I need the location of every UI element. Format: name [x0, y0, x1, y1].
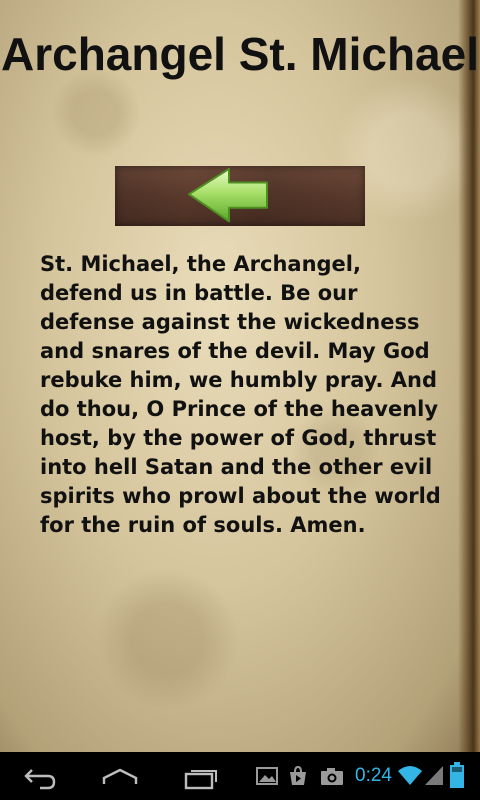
signal-icon [425, 766, 443, 785]
back-icon [24, 769, 56, 790]
gallery-icon [256, 767, 278, 785]
nav-home-button[interactable] [100, 760, 140, 792]
prayer-page: Archangel St. Michael St. Michael, the A… [0, 0, 480, 752]
recent-apps-icon [184, 770, 217, 790]
system-navigation-bar: 0:24 [0, 752, 480, 800]
nav-back-button[interactable] [20, 760, 60, 792]
prayer-text: St. Michael, the Archangel, defend us in… [40, 252, 441, 537]
home-icon [102, 768, 138, 784]
book-spine [458, 0, 480, 752]
left-arrow-icon [188, 168, 268, 223]
back-arrow-button[interactable] [115, 166, 365, 226]
camera-icon [321, 768, 343, 785]
wifi-icon [398, 766, 422, 785]
status-clock: 0:24 [355, 765, 392, 786]
page-title: Archangel St. Michael [0, 28, 479, 80]
battery-icon [450, 762, 464, 788]
nav-recent-apps-button[interactable] [182, 760, 222, 792]
play-store-icon [290, 766, 306, 785]
